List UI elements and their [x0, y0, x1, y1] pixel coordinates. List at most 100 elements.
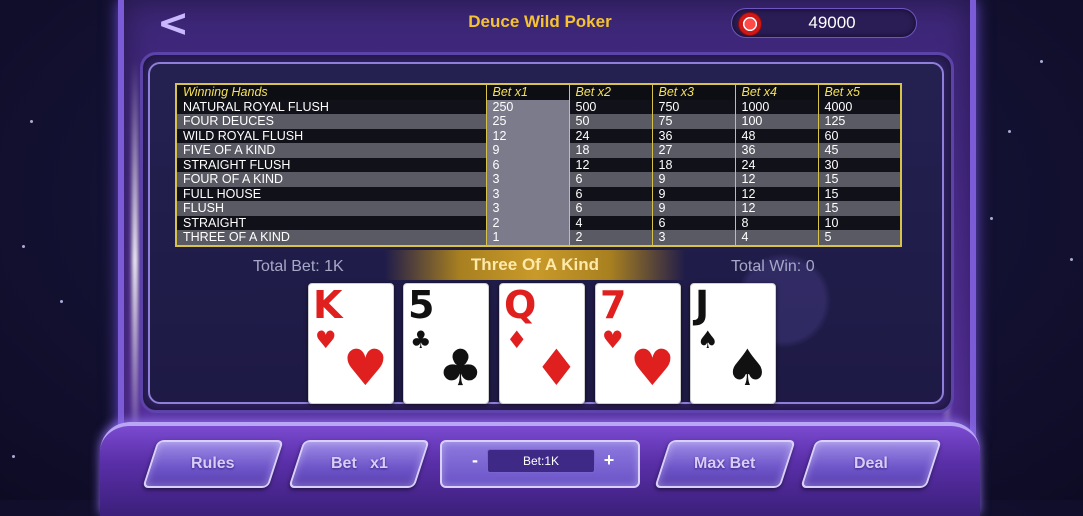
payout-cell: 18	[652, 157, 736, 172]
payout-cell: 12	[735, 172, 819, 187]
card-rank: Q	[504, 283, 537, 327]
star	[30, 120, 33, 123]
rules-button-label: Rules	[191, 455, 235, 472]
total-bet: Total Bet: 1K	[253, 258, 344, 275]
bet-decrease-button[interactable]: -	[463, 448, 487, 472]
payout-cell: 4	[735, 230, 819, 246]
back-button[interactable]: <	[156, 4, 190, 42]
paytable-row: THREE OF A KIND 1 2 3 4 5	[176, 230, 902, 246]
paytable: Winning Hands Bet x1 Bet x2 Bet x3 Bet x…	[175, 83, 902, 247]
paytable-row: FULL HOUSE 3 6 9 12 15	[176, 186, 902, 201]
poker-chip-icon	[738, 12, 762, 36]
balance-display: 49000	[731, 8, 917, 38]
hand-name-cell: STRAIGHT	[176, 215, 487, 230]
payout-cell: 36	[735, 143, 819, 158]
hand-name-cell: STRAIGHT FLUSH	[176, 157, 487, 172]
payout-cell: 12	[569, 157, 653, 172]
max-bet-button[interactable]: Max Bet	[654, 440, 796, 488]
payout-cell: 5	[818, 230, 902, 246]
payout-cell: 24	[569, 128, 653, 143]
payout-cell: 48	[735, 128, 819, 143]
payout-cell: 30	[818, 157, 902, 172]
payout-cell: 3	[486, 201, 570, 216]
card-rank: 5	[408, 283, 435, 327]
paytable-row: FOUR OF A KIND 3 6 9 12 15	[176, 172, 902, 187]
paytable-row: FIVE OF A KIND 9 18 27 36 45	[176, 143, 902, 158]
card-rank: 7	[600, 283, 627, 327]
paytable-header-cell: Bet x5	[818, 84, 902, 100]
diamonds-icon: ♦	[506, 326, 528, 354]
playing-card[interactable]: 5 ♣ ♣	[403, 283, 489, 404]
payout-cell: 50	[569, 114, 653, 129]
bet-increase-button[interactable]: +	[597, 448, 621, 472]
payout-cell: 15	[818, 186, 902, 201]
playing-card[interactable]: 7 ♥ ♥	[595, 283, 681, 404]
payout-cell: 9	[652, 172, 736, 187]
payout-cell: 100	[735, 114, 819, 129]
payout-cell: 10	[818, 215, 902, 230]
payout-cell: 9	[486, 143, 570, 158]
clubs-icon: ♣	[438, 339, 483, 397]
payout-cell: 45	[818, 143, 902, 158]
diamonds-icon: ♦	[534, 339, 579, 397]
payout-cell: 3	[652, 230, 736, 246]
spades-icon: ♠	[725, 339, 770, 397]
cabinet-light	[132, 60, 138, 460]
paytable-header-cell: Bet x1	[486, 84, 570, 100]
payout-cell: 24	[735, 157, 819, 172]
star	[1070, 258, 1073, 261]
payout-cell: 1000	[735, 99, 819, 114]
paytable-row: WILD ROYAL FLUSH 12 24 36 48 60	[176, 128, 902, 143]
hand-name-cell: WILD ROYAL FLUSH	[176, 128, 487, 143]
payout-cell: 15	[818, 172, 902, 187]
payout-cell: 3	[486, 172, 570, 187]
payout-cell: 36	[652, 128, 736, 143]
playing-card[interactable]: Q ♦ ♦	[499, 283, 585, 404]
payout-cell: 15	[818, 201, 902, 216]
payout-cell: 3	[486, 186, 570, 201]
payout-cell: 6	[652, 215, 736, 230]
payout-cell: 250	[486, 99, 570, 114]
payout-cell: 6	[569, 186, 653, 201]
balance-value: 49000	[808, 13, 856, 32]
hearts-icon: ♥	[630, 339, 675, 397]
bet-multiplier-button[interactable]: Bet x1	[288, 440, 430, 488]
payout-cell: 75	[652, 114, 736, 129]
payout-cell: 12	[735, 201, 819, 216]
hearts-icon: ♥	[315, 326, 337, 354]
payout-cell: 8	[735, 215, 819, 230]
hand-name-cell: NATURAL ROYAL FLUSH	[176, 99, 487, 114]
paytable-row: STRAIGHT 2 4 6 8 10	[176, 215, 902, 230]
rules-button[interactable]: Rules	[142, 440, 284, 488]
paytable-header-cell: Winning Hands	[176, 84, 487, 100]
star	[12, 455, 15, 458]
star	[60, 300, 63, 303]
deal-button-label: Deal	[854, 455, 888, 472]
paytable-row: STRAIGHT FLUSH 6 12 18 24 30	[176, 157, 902, 172]
star	[1008, 130, 1011, 133]
payout-cell: 1	[486, 230, 570, 246]
star	[22, 245, 25, 248]
deal-button[interactable]: Deal	[800, 440, 942, 488]
payout-cell: 12	[735, 186, 819, 201]
paytable-row: FLUSH 3 6 9 12 15	[176, 201, 902, 216]
hand-name-cell: FOUR OF A KIND	[176, 172, 487, 187]
payout-cell: 9	[652, 186, 736, 201]
hand-name-cell: FIVE OF A KIND	[176, 143, 487, 158]
card-rank: J	[695, 283, 710, 327]
payout-cell: 6	[569, 172, 653, 187]
card-rank: K	[313, 283, 343, 327]
payout-cell: 27	[652, 143, 736, 158]
total-win: Total Win: 0	[731, 258, 815, 275]
hearts-icon: ♥	[602, 326, 624, 354]
payout-cell: 4000	[818, 99, 902, 114]
playing-card[interactable]: K ♥ ♥	[308, 283, 394, 404]
hand-name-cell: FOUR DEUCES	[176, 114, 487, 129]
hand-result: Three Of A Kind	[470, 255, 600, 274]
paytable-header-cell: Bet x3	[652, 84, 736, 100]
playing-card[interactable]: J ♠ ♠	[690, 283, 776, 404]
payout-cell: 6	[486, 157, 570, 172]
paytable-header: Winning Hands Bet x1 Bet x2 Bet x3 Bet x…	[176, 84, 902, 100]
payout-cell: 500	[569, 99, 653, 114]
payout-cell: 125	[818, 114, 902, 129]
